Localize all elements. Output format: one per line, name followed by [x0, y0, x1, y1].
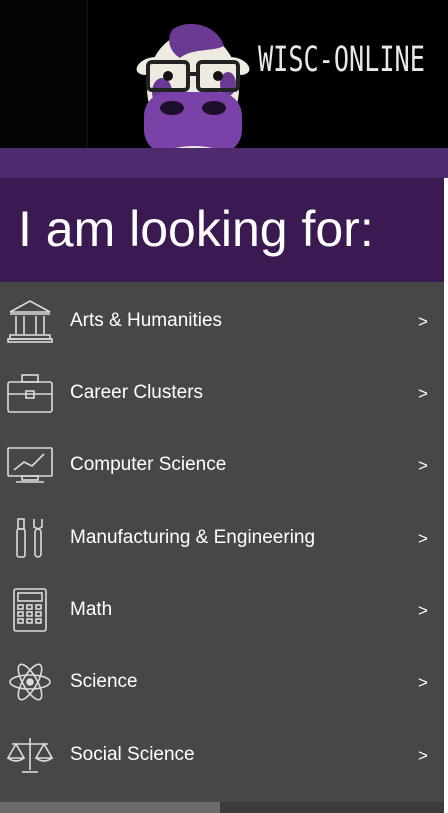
chevron-right-icon: >: [418, 529, 428, 548]
menu-item-social-science[interactable]: Social Science >: [0, 718, 444, 790]
page-title: I am looking for:: [18, 201, 374, 257]
menu-item-science[interactable]: Science >: [0, 645, 444, 717]
scales-icon: [6, 738, 54, 773]
chevron-right-icon: >: [418, 312, 428, 331]
menu-item-math[interactable]: Math >: [0, 573, 444, 645]
tools-icon: [16, 518, 43, 558]
logo-wordmark[interactable]: WISC-ONLINE: [258, 40, 425, 80]
menu-item-computer-science[interactable]: Computer Science >: [0, 428, 444, 500]
calculator-icon: [13, 588, 47, 632]
scrollbar-thumb[interactable]: [0, 802, 220, 813]
menu-item-label: Social Science: [70, 744, 195, 765]
chevron-right-icon: >: [418, 673, 428, 692]
monitor-chart-icon: [7, 447, 53, 483]
menu-item-label: Arts & Humanities: [70, 310, 223, 331]
page: WISC-ONLINE I am looking for: Arts & Hum…: [0, 0, 448, 813]
header-side-panel: [0, 0, 88, 148]
chevron-right-icon: >: [418, 384, 428, 403]
chevron-right-icon: >: [418, 601, 428, 620]
menu-item-label: Science: [70, 671, 138, 692]
category-menu: Arts & Humanities > Career Clusters > Co…: [0, 282, 444, 802]
chevron-right-icon: >: [418, 746, 428, 765]
building-columns-icon: [7, 300, 53, 343]
chevron-right-icon: >: [418, 456, 428, 475]
page-edge: [444, 178, 448, 813]
menu-item-label: Manufacturing & Engineering: [70, 527, 316, 548]
menu-item-arts-humanities[interactable]: Arts & Humanities >: [0, 284, 444, 356]
header-accent-bar: [0, 148, 448, 178]
menu-item-career-clusters[interactable]: Career Clusters >: [0, 356, 444, 428]
cow-mascot-logo[interactable]: [132, 18, 254, 168]
atom-icon: [9, 663, 51, 701]
menu-item-label: Career Clusters: [70, 382, 204, 403]
briefcase-icon: [7, 374, 53, 413]
menu-item-manufacturing-engineering[interactable]: Manufacturing & Engineering >: [0, 501, 444, 573]
menu-item-label: Computer Science: [70, 454, 227, 475]
menu-item-label: Math: [70, 599, 113, 620]
